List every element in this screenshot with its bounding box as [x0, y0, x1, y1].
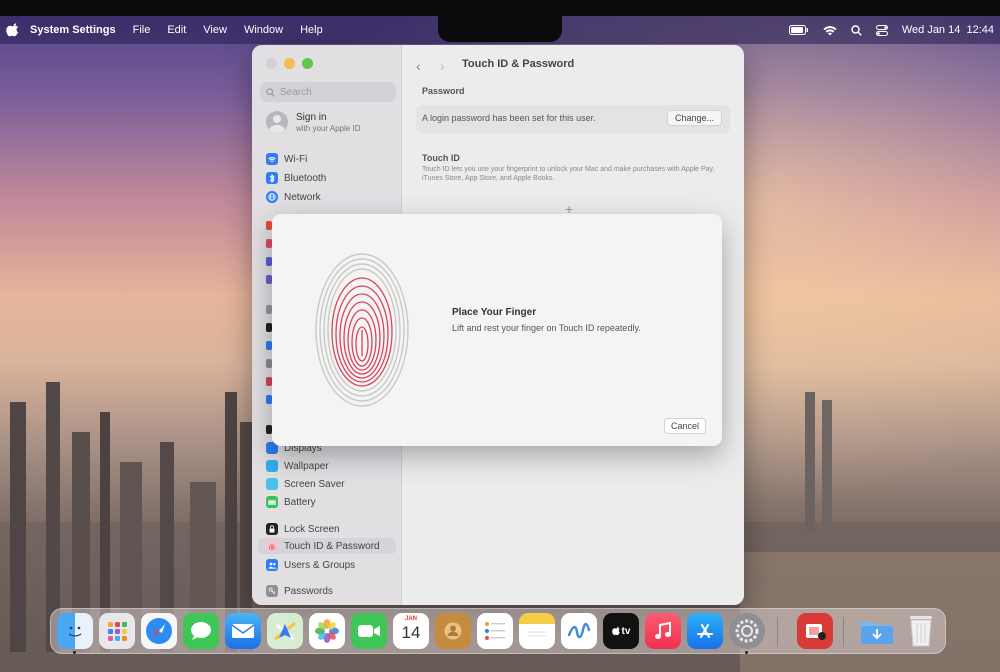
spotlight-search-icon[interactable] — [851, 24, 862, 36]
system-settings-icon[interactable] — [729, 613, 765, 649]
touchid-description: Touch ID lets you use your fingerprint t… — [422, 166, 715, 182]
appletv-label: tv — [621, 625, 631, 637]
change-password-button[interactable]: Change... — [666, 110, 722, 126]
sidebar-item-label: Bluetooth — [284, 172, 327, 184]
close-window-button[interactable] — [266, 58, 277, 69]
sidebar-item-label: Wi-Fi — [284, 153, 308, 165]
place-finger-dialog: Place Your Finger Lift and rest your fin… — [272, 214, 722, 446]
sidebar-item-label: Wallpaper — [284, 460, 329, 472]
signin-subtitle: with your Apple ID — [296, 123, 361, 133]
control-center-icon[interactable] — [875, 24, 888, 36]
signin-title: Sign in — [296, 111, 327, 123]
wifi-icon — [266, 153, 278, 165]
sidebar-item-touch-id-password[interactable]: Touch ID & Password — [258, 538, 396, 554]
camera-notch — [438, 0, 562, 42]
users-icon — [266, 559, 278, 571]
appletv-icon[interactable]: tv — [603, 613, 639, 649]
photo-booth-icon[interactable] — [797, 613, 833, 649]
sidebar-item-label: Lock Screen — [284, 523, 340, 535]
sidebar-item-bluetooth[interactable]: Bluetooth — [266, 170, 326, 186]
sidebar-item-wifi[interactable]: Wi-Fi — [266, 151, 307, 167]
sidebar-item-passwords[interactable]: Passwords — [266, 583, 333, 599]
apple-id-signin[interactable]: Sign in with your Apple ID — [266, 111, 360, 133]
photos-icon[interactable] — [309, 613, 345, 649]
downloads-icon[interactable] — [859, 613, 895, 649]
back-chevron-icon[interactable]: ‹ — [416, 58, 421, 74]
finder-icon[interactable] — [57, 613, 93, 649]
messages-icon[interactable] — [183, 613, 219, 649]
forward-chevron-icon[interactable]: › — [440, 58, 445, 74]
running-indicator — [745, 651, 748, 654]
sidebar-item-label: Touch ID & Password — [284, 540, 380, 552]
fingerprint-icon — [315, 253, 409, 407]
sidebar-item-label: Battery — [284, 496, 316, 508]
sidebar-item-network[interactable]: Network — [266, 189, 321, 205]
dock-separator — [777, 617, 778, 647]
search-icon — [266, 87, 275, 97]
calendar-day: 14 — [401, 623, 421, 642]
dialog-message: Lift and rest your finger on Touch ID re… — [452, 323, 641, 333]
sidebar-item-users-groups[interactable]: Users & Groups — [266, 557, 355, 573]
sidebar-item-wallpaper[interactable]: Wallpaper — [266, 458, 329, 474]
fingerprint-icon — [266, 540, 278, 552]
password-heading: Password — [422, 86, 465, 96]
key-icon — [266, 585, 278, 597]
launchpad-icon[interactable] — [99, 613, 135, 649]
menu-edit[interactable]: Edit — [167, 24, 186, 36]
window-controls — [266, 58, 313, 69]
dialog-title: Place Your Finger — [452, 307, 537, 318]
sidebar-item-label: Screen Saver — [284, 478, 345, 490]
wallpaper-icon — [266, 460, 278, 472]
cancel-button[interactable]: Cancel — [664, 418, 707, 434]
menu-help[interactable]: Help — [300, 24, 323, 36]
password-status-text: A login password has been set for this u… — [422, 113, 596, 123]
facetime-icon[interactable] — [351, 613, 387, 649]
bluetooth-icon — [266, 172, 278, 184]
sidebar-item-label: Users & Groups — [284, 559, 356, 571]
dock: JAN 14 tv — [50, 608, 946, 654]
battery-icon — [266, 496, 278, 508]
menu-view[interactable]: View — [203, 24, 227, 36]
sidebar-item-battery[interactable]: Battery — [266, 494, 316, 510]
appstore-icon[interactable] — [687, 613, 723, 649]
calendar-icon[interactable]: JAN 14 — [393, 613, 429, 649]
sidebar-item-screen-saver[interactable]: Screen Saver — [266, 476, 345, 492]
notes-icon[interactable] — [519, 613, 555, 649]
trash-icon[interactable] — [903, 613, 939, 649]
freeform-icon[interactable] — [561, 613, 597, 649]
reminders-icon[interactable] — [477, 613, 513, 649]
touchid-heading: Touch ID — [422, 153, 460, 163]
password-card: A login password has been set for this u… — [416, 105, 730, 133]
zoom-window-button[interactable] — [302, 58, 313, 69]
minimize-window-button[interactable] — [284, 58, 295, 69]
globe-icon — [266, 191, 278, 203]
menu-clock[interactable]: Wed Jan 14 12:44 — [902, 24, 994, 36]
calendar-month: JAN — [404, 616, 417, 622]
sidebar-item-label: Passwords — [284, 585, 333, 597]
battery-status-icon[interactable] — [788, 25, 809, 35]
sidebar-item-label: Network — [284, 191, 321, 203]
avatar — [266, 111, 288, 133]
lock-icon — [266, 523, 278, 535]
apple-logo-icon[interactable] — [6, 23, 20, 37]
wifi-status-icon[interactable] — [823, 25, 837, 36]
search-placeholder: Search — [280, 86, 312, 98]
sidebar-item-lock-screen[interactable]: Lock Screen — [266, 521, 340, 537]
contacts-icon[interactable] — [435, 613, 471, 649]
screensaver-icon — [266, 478, 278, 490]
menu-window[interactable]: Window — [244, 24, 283, 36]
menu-app-name[interactable]: System Settings — [30, 24, 116, 36]
maps-icon[interactable] — [267, 613, 303, 649]
page-title: Touch ID & Password — [462, 58, 575, 70]
menu-file[interactable]: File — [133, 24, 151, 36]
sidebar-search-input[interactable]: Search — [260, 82, 396, 102]
running-indicator — [73, 651, 76, 654]
music-icon[interactable] — [645, 613, 681, 649]
dock-separator — [843, 617, 844, 647]
safari-icon[interactable] — [141, 613, 177, 649]
mail-icon[interactable] — [225, 613, 261, 649]
